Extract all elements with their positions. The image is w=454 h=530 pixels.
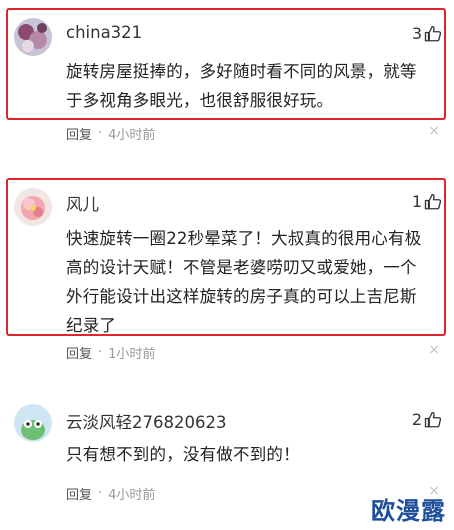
meta-separator: ·	[98, 345, 103, 360]
timestamp: 4小时前	[108, 128, 156, 143]
watermark-logo: 欧漫露	[371, 497, 446, 525]
comment-line: 于多视角多眼光，也很舒服很好玩。	[66, 91, 334, 110]
comment-line: 纪录了	[66, 316, 117, 335]
avatar-image	[14, 404, 52, 442]
comment-meta: 回复 · 4小时前	[66, 124, 155, 143]
comment-text: 快速旋转一圈22秒晕菜了！大叔真的很用心有极 高的设计天赋！不管是老婆唠叨又或爱…	[66, 224, 440, 340]
close-icon[interactable]: ×	[428, 342, 440, 358]
timestamp: 1小时前	[108, 347, 156, 362]
comment-text: 只有想不到的，没有做不到的！	[66, 440, 440, 469]
reply-link[interactable]: 回复	[66, 343, 92, 362]
like-count: 2	[411, 410, 422, 429]
reply-link[interactable]: 回复	[66, 484, 92, 503]
close-icon[interactable]: ×	[428, 123, 440, 139]
username[interactable]: 云淡风轻276820623	[66, 409, 226, 433]
like-button[interactable]: 1	[412, 192, 442, 211]
meta-separator: ·	[98, 126, 103, 141]
comment-line: 旋转房屋挺捧的，多好随时看不同的风景，就等	[66, 62, 417, 81]
like-button[interactable]: 2	[412, 410, 442, 429]
like-button[interactable]: 3	[412, 24, 442, 43]
username[interactable]: 风儿	[66, 191, 99, 215]
avatar[interactable]	[14, 404, 52, 442]
thumbs-up-icon	[424, 411, 442, 427]
reply-link[interactable]: 回复	[66, 124, 92, 143]
comment-line: 快速旋转一圈22秒晕菜了！大叔真的很用心有极	[66, 229, 422, 248]
meta-separator: ·	[98, 486, 103, 501]
like-count: 3	[411, 24, 422, 43]
comment-meta: 回复 · 4小时前	[66, 484, 155, 503]
thumbs-up-icon	[424, 193, 442, 209]
like-count: 1	[411, 192, 422, 211]
avatar-image	[14, 188, 52, 226]
comment-line: 外行能设计出这样旋转的房子真的可以上吉尼斯	[66, 287, 417, 306]
timestamp: 4小时前	[108, 488, 156, 503]
comment-meta: 回复 · 1小时前	[66, 343, 155, 362]
comment-line: 高的设计天赋！不管是老婆唠叨又或爱她，一个	[66, 258, 417, 277]
thumbs-up-icon	[424, 25, 442, 41]
comment-text: 旋转房屋挺捧的，多好随时看不同的风景，就等 于多视角多眼光，也很舒服很好玩。	[66, 57, 440, 115]
username[interactable]: china321	[66, 23, 142, 42]
avatar-image	[14, 18, 52, 56]
avatar[interactable]	[14, 18, 52, 56]
comment-line: 只有想不到的，没有做不到的！	[66, 445, 300, 464]
avatar[interactable]	[14, 188, 52, 226]
